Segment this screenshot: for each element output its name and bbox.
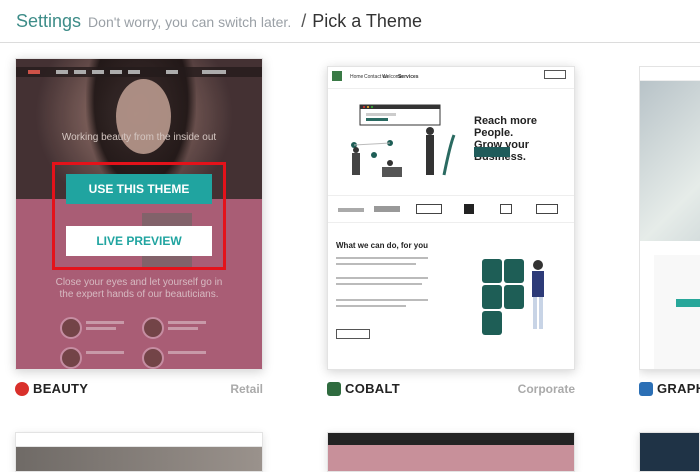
theme-thumbnail-cobalt[interactable]: Home Contact us Welcome Services Reach m…: [327, 66, 575, 370]
use-this-theme-button[interactable]: USE THIS THEME: [66, 174, 212, 204]
theme-name: COBALT: [345, 381, 400, 396]
theme-card-row2-2[interactable]: [327, 432, 575, 472]
beauty-logo-icon: [15, 382, 29, 396]
cobalt-puzzle-piece: [504, 259, 524, 283]
graph-mini-navbar: [640, 67, 700, 81]
graph-content-block: [654, 255, 700, 369]
breadcrumb-separator: /: [301, 11, 307, 31]
theme-category: Corporate: [517, 382, 575, 396]
breadcrumb: Settings Don't worry, you can switch lat…: [16, 11, 422, 32]
cobalt-mini-navbar: Home Contact us Welcome Services: [328, 67, 574, 89]
graph-hero-image: [640, 81, 700, 241]
theme-name: BEAUTY: [33, 381, 89, 396]
breadcrumb-subtitle: Don't worry, you can switch later.: [88, 14, 292, 30]
row2-1-hero: [16, 447, 262, 471]
theme-card-row2-1[interactable]: [15, 432, 263, 472]
cobalt-mini-logo-icon: [332, 71, 342, 81]
cobalt-nav-button: [544, 70, 566, 79]
cobalt-text-stub: [336, 305, 406, 307]
breadcrumb-settings-link[interactable]: Settings: [16, 11, 81, 32]
theme-footer-beauty: BEAUTY Retail: [15, 380, 263, 404]
row2-2-navbar: [328, 433, 574, 445]
theme-thumbnail-beauty[interactable]: Working beauty from the inside out Close…: [15, 58, 263, 370]
theme-card-graph[interactable]: GRAPH: [639, 66, 700, 402]
theme-card-row2-3[interactable]: [639, 432, 700, 472]
theme-name: GRAPH: [657, 381, 700, 396]
cobalt-logo-strip: [328, 195, 574, 223]
cobalt-hero-illustration: [351, 104, 456, 177]
page-header: Settings Don't worry, you can switch lat…: [0, 0, 700, 43]
row2-1-navbar: [16, 433, 262, 447]
cobalt-person-illustration: [532, 260, 544, 329]
cobalt-nav-item: Services: [398, 74, 419, 80]
cobalt-puzzle-piece: [504, 285, 524, 309]
cobalt-text-stub: [336, 299, 428, 301]
cobalt-puzzle-piece: [482, 285, 502, 309]
graph-cta-button: [676, 299, 700, 307]
cobalt-text-stub: [336, 257, 428, 259]
cobalt-nav-item: Home: [350, 74, 364, 80]
cobalt-text-stub: [336, 263, 416, 265]
cobalt-section-title: What we can do, for you: [336, 241, 429, 250]
row2-2-hero: [328, 445, 574, 471]
cobalt-hero-line: Reach more People.: [474, 115, 537, 139]
theme-footer-cobalt: COBALT Corporate: [327, 380, 575, 404]
theme-footer-graph: GRAPH: [639, 380, 700, 402]
theme-category: Retail: [230, 382, 263, 396]
cobalt-puzzle-piece: [482, 259, 502, 283]
cobalt-logo-icon: [327, 382, 341, 396]
row2-3-hero: [640, 433, 699, 471]
cobalt-puzzle-piece: [482, 311, 502, 335]
graph-logo-icon: [639, 382, 653, 396]
cobalt-text-stub: [336, 277, 428, 279]
theme-thumbnail-graph[interactable]: [639, 66, 700, 370]
page-title: Pick a Theme: [312, 11, 422, 31]
cobalt-text-stub: [336, 283, 422, 285]
cobalt-discover-button: [336, 329, 370, 339]
live-preview-button[interactable]: LIVE PREVIEW: [66, 226, 212, 256]
cobalt-start-button: [474, 147, 510, 157]
